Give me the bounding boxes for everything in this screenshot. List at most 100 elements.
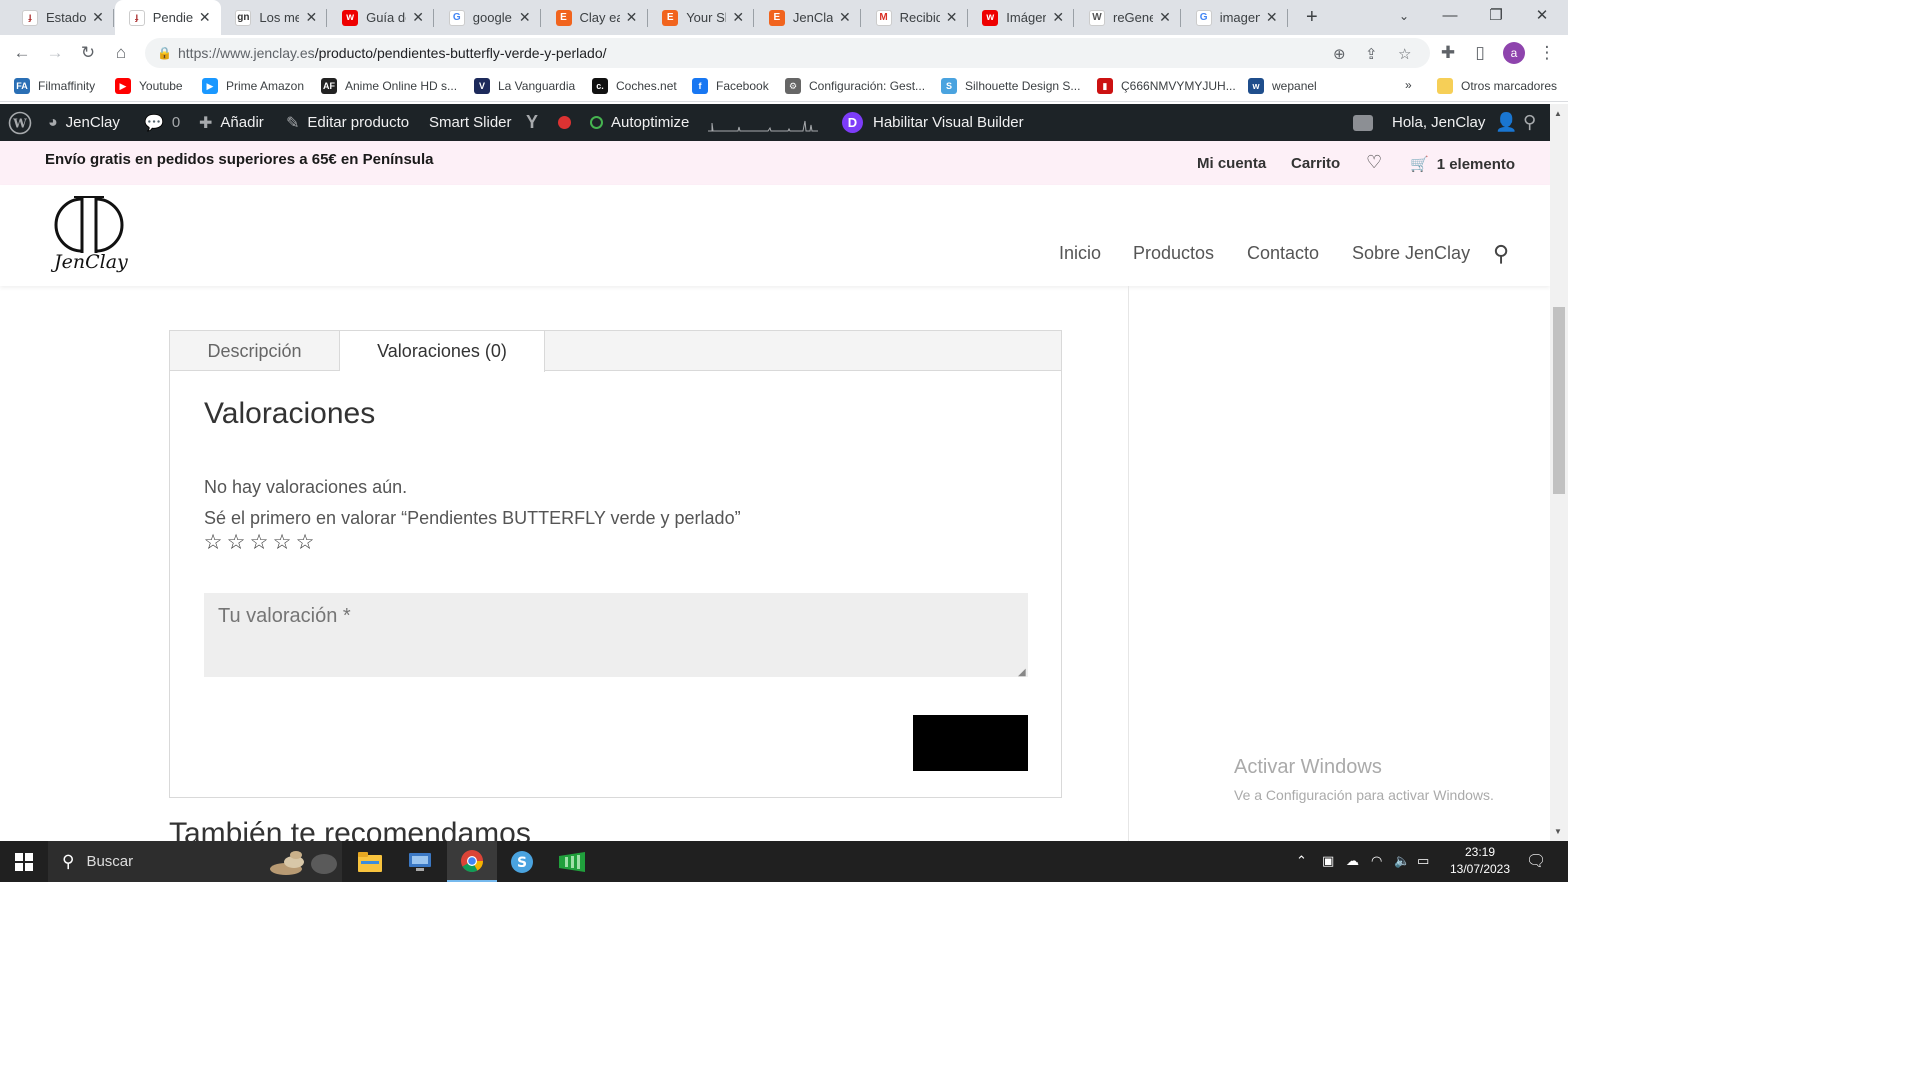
browser-tab[interactable]: w Imágen ✕ (968, 0, 1075, 35)
wishlist-heart-icon[interactable]: ♡ (1366, 152, 1382, 173)
bookmark-item[interactable]: f Facebook (692, 78, 769, 94)
bookmark-item[interactable]: V La Vanguardia (474, 78, 575, 94)
zoom-icon[interactable]: ⊕ (1333, 45, 1346, 63)
bookmark-item[interactable]: ▶ Youtube (115, 78, 183, 94)
wp-smart-slider-link[interactable]: Smart Slider (429, 104, 512, 141)
chrome-taskbar-icon[interactable] (447, 841, 497, 882)
scroll-up-arrow-icon[interactable]: ▲ (1554, 109, 1562, 118)
url-text[interactable]: https://www.jenclay.es/producto/pendient… (178, 45, 607, 61)
my-account-link[interactable]: Mi cuenta (1197, 155, 1266, 172)
bookmark-item[interactable]: ▶ Prime Amazon (202, 78, 304, 94)
volume-icon[interactable]: 🔈 (1394, 853, 1410, 869)
page-scrollbar[interactable]: ▲ ▼ (1550, 104, 1568, 841)
bookmark-item[interactable]: AF Anime Online HD s... (321, 78, 457, 94)
wp-add-new-link[interactable]: ✚ Añadir (199, 104, 264, 141)
browser-tab[interactable]: ɟ Estado ✕ (8, 0, 114, 35)
browser-tab[interactable]: E JenClay ✕ (755, 0, 861, 35)
resize-handle-icon[interactable]: ◢ (1018, 667, 1026, 678)
rating-star-icon[interactable]: ☆ (203, 530, 223, 555)
remote-desktop-taskbar-icon[interactable] (395, 841, 445, 882)
extensions-icon[interactable]: ✚ (1436, 41, 1460, 65)
restore-icon[interactable]: ❐ (1473, 0, 1519, 35)
wordpress-logo-icon[interactable]: W (8, 104, 32, 141)
home-icon[interactable]: ⌂ (109, 41, 133, 65)
spreadsheet-app-taskbar-icon[interactable] (547, 841, 597, 882)
nav-inicio[interactable]: Inicio (1059, 243, 1101, 264)
meet-now-icon[interactable]: ▣ (1322, 853, 1334, 869)
browser-tab[interactable]: Gimagen ✕ (1182, 0, 1288, 35)
bookmark-item[interactable]: S Silhouette Design S... (941, 78, 1080, 94)
wp-account-link[interactable]: Hola, JenClay 👤 (1392, 104, 1518, 141)
nav-productos[interactable]: Productos (1133, 243, 1214, 264)
rating-star-icon[interactable]: ☆ (249, 530, 269, 555)
scroll-down-arrow-icon[interactable]: ▼ (1554, 827, 1562, 836)
more-bookmarks-button[interactable]: » (1405, 78, 1412, 92)
browser-tab[interactable]: ɟ Pendien ✕ (114, 0, 221, 35)
close-tab-icon[interactable]: ✕ (944, 9, 960, 26)
browser-tab[interactable]: gn Los mej✕ (221, 0, 328, 35)
tab-reviews[interactable]: Valoraciones (0) (340, 331, 545, 372)
scrollbar-thumb[interactable] (1553, 307, 1565, 494)
windows-start-button[interactable] (0, 841, 48, 882)
close-tab-icon[interactable]: ✕ (90, 9, 106, 26)
tab-description[interactable]: Descripción (170, 331, 340, 371)
close-tab-icon[interactable]: ✕ (730, 9, 746, 26)
site-search-icon[interactable]: ⚲ (1493, 241, 1509, 267)
close-tab-icon[interactable]: ✕ (837, 9, 853, 26)
nav-contacto[interactable]: Contacto (1247, 243, 1319, 264)
show-hidden-icons-chevron-icon[interactable]: ⌃ (1296, 853, 1307, 869)
bookmark-item[interactable]: FA Filmaffinity (14, 78, 95, 94)
lock-icon[interactable]: 🔒 (157, 46, 172, 60)
wp-autoptimize-link[interactable]: Autoptimize (590, 104, 689, 141)
tab-search-icon[interactable]: ⌄ (1381, 0, 1427, 35)
yoast-seo-icon[interactable]: Y (526, 104, 538, 141)
side-panel-icon[interactable]: ▯ (1468, 41, 1492, 65)
notifications-icon[interactable]: 🗨 (1526, 851, 1546, 871)
taskbar-search[interactable]: ⚲ Buscar (48, 841, 342, 882)
new-tab-button[interactable]: + (1306, 6, 1318, 29)
browser-tab[interactable]: M Recibid ✕ (862, 0, 968, 35)
close-tab-icon[interactable]: ✕ (197, 9, 213, 26)
wp-site-link[interactable]: ◕ JenClay (48, 104, 120, 141)
browser-tab[interactable]: E Your Sh ✕ (648, 0, 755, 35)
other-bookmarks-folder[interactable]: Otros marcadores (1437, 78, 1557, 94)
bookmark-item[interactable]: ⚙ Configuración: Gest... (785, 78, 925, 94)
share-icon[interactable]: ⇪ (1365, 45, 1378, 63)
close-window-icon[interactable]: ✕ (1519, 0, 1565, 35)
cart-link[interactable]: Carrito (1291, 155, 1340, 172)
nav-sobre-jenclay[interactable]: Sobre JenClay (1352, 243, 1470, 264)
back-arrow-icon[interactable]: ← (10, 41, 34, 65)
close-tab-icon[interactable]: ✕ (1264, 9, 1280, 26)
bookmark-star-icon[interactable]: ☆ (1398, 45, 1411, 63)
close-tab-icon[interactable]: ✕ (410, 9, 426, 26)
rating-star-icon[interactable]: ☆ (272, 530, 292, 555)
wifi-icon[interactable]: ◠ (1371, 853, 1382, 869)
bookmark-item[interactable]: ▮ Ç666NMVYMYJUH... (1097, 78, 1236, 94)
taskbar-clock[interactable]: 23:19 13/07/2023 (1440, 844, 1520, 878)
close-tab-icon[interactable]: ✕ (303, 9, 319, 26)
close-tab-icon[interactable]: ✕ (517, 9, 533, 26)
chrome-menu-icon[interactable]: ⋮ (1535, 41, 1559, 65)
review-textarea[interactable] (204, 593, 1028, 677)
wp-visual-builder-link[interactable]: D Habilitar Visual Builder (842, 104, 1024, 141)
bookmark-item[interactable]: w wepanel (1248, 78, 1317, 94)
address-bar[interactable]: 🔒 https://www.jenclay.es/producto/pendie… (145, 38, 1430, 68)
minimize-icon[interactable]: — (1427, 0, 1473, 35)
bookmark-item[interactable]: c. Coches.net (592, 78, 677, 94)
browser-tab[interactable]: WreGene ✕ (1075, 0, 1181, 35)
profile-avatar[interactable]: a (1503, 42, 1525, 64)
cart-items-link[interactable]: 🛒 1 elemento (1410, 155, 1515, 173)
onedrive-error-icon[interactable]: ☁ (1346, 853, 1359, 869)
close-tab-icon[interactable]: ✕ (624, 9, 640, 26)
wp-notifications-icon[interactable] (1353, 104, 1373, 141)
rating-star-icon[interactable]: ☆ (295, 530, 315, 555)
wp-comments-link[interactable]: 💬 0 (144, 104, 180, 141)
close-tab-icon[interactable]: ✕ (1050, 9, 1066, 26)
file-explorer-taskbar-icon[interactable] (345, 841, 395, 882)
wp-edit-product-link[interactable]: ✎ Editar producto (286, 104, 409, 141)
wp-search-icon[interactable]: ⚲ (1523, 104, 1536, 141)
browser-tab[interactable]: w Guía de ✕ (328, 0, 435, 35)
browser-tab[interactable]: E Clay ea ✕ (542, 0, 648, 35)
close-tab-icon[interactable]: ✕ (1157, 9, 1173, 26)
jenclay-logo[interactable]: JenClay (52, 189, 128, 279)
